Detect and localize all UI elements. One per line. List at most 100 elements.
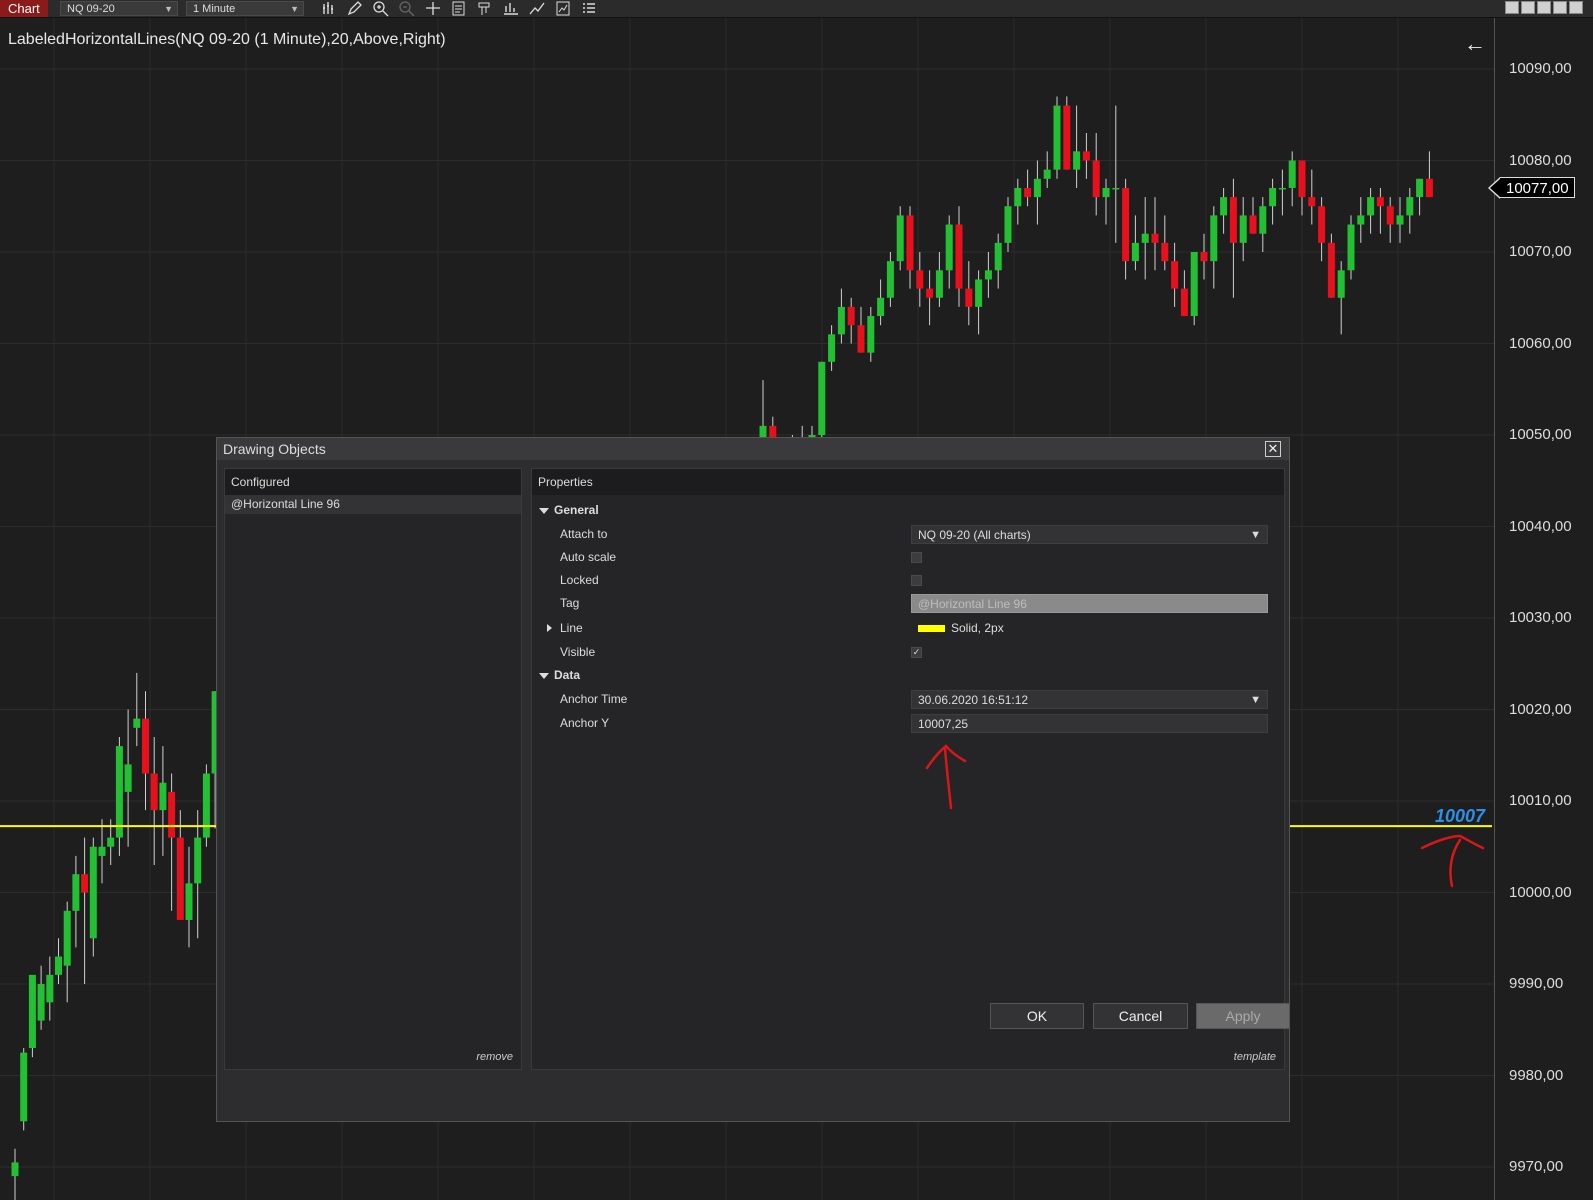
maximize-button[interactable] [1553,1,1567,14]
candle-body [818,361,826,435]
anchor-y-input[interactable]: 10007,25 [911,714,1268,733]
line-value[interactable]: Solid, 2px [911,619,1268,638]
price-tick-label: 10000,00 [1509,883,1572,901]
data-box-icon[interactable] [476,0,494,17]
expand-icon[interactable] [547,624,552,632]
last-price-marker-tip [1490,179,1500,197]
attach-to-row: Attach to NQ 09-20 (All charts) ▼ [532,523,1284,546]
zoom-in-icon[interactable] [372,0,390,17]
crosshair-icon[interactable] [424,0,442,17]
price-tick-label: 9990,00 [1509,975,1564,992]
instrument-selector[interactable]: NQ 09-20 ▼ [60,1,178,16]
auto-scale-label: Auto scale [560,550,617,564]
candle-body [896,215,904,262]
price-tick-label: 10020,00 [1509,700,1572,718]
candle-body [1376,197,1384,207]
chevron-down-icon: ▼ [290,4,299,14]
anchor-y-label: Anchor Y [560,716,610,730]
zoom-out-icon[interactable] [398,0,416,17]
apply-button[interactable]: Apply [1196,1003,1290,1029]
candle-body [1102,187,1110,198]
minimize-button[interactable] [1537,1,1551,14]
candle-body [1249,215,1257,234]
window-button[interactable] [1505,1,1519,14]
chevron-down-icon: ▼ [1250,694,1261,706]
candle-body [1347,224,1355,271]
general-group[interactable]: General [532,499,1284,522]
candle-body [1269,187,1277,207]
data-group-label: Data [554,668,581,682]
template-link[interactable]: template [1234,1051,1276,1063]
candle-body [847,306,855,326]
candle-body [1308,197,1316,207]
candle-body [1004,206,1012,243]
anchor-y-row: Anchor Y 10007,25 [532,712,1284,735]
cancel-button[interactable]: Cancel [1093,1003,1188,1029]
candle-body [28,974,36,1049]
window-button[interactable] [1521,1,1535,14]
chart-trader-icon[interactable] [554,0,572,17]
candle-body [1122,187,1130,262]
expand-icon[interactable] [539,508,549,514]
remove-link[interactable]: remove [476,1051,513,1063]
locked-label: Locked [560,573,599,587]
chart-toolbar: Chart NQ 09-20 ▼ 1 Minute ▼ [0,0,1593,18]
interval-label: 1 Minute [193,3,236,15]
candle-body [1033,178,1041,198]
chart-tab[interactable]: Chart [0,0,48,17]
candle-body [1396,215,1404,225]
candle-body [916,270,924,289]
candle-body [1416,178,1424,198]
auto-scale-checkbox[interactable] [911,552,922,563]
pencil-icon[interactable] [346,0,364,17]
dialog-titlebar[interactable]: Drawing Objects ✕ [217,438,1289,460]
list-icon[interactable] [580,0,598,17]
visible-row: Visible ✓ [532,641,1284,664]
ok-button[interactable]: OK [990,1003,1084,1029]
attach-to-label: Attach to [560,527,608,541]
attach-to-value: NQ 09-20 (All charts) [918,528,1031,542]
candle-body [1053,105,1061,170]
candle-body [1386,206,1394,225]
data-group[interactable]: Data [532,664,1284,687]
price-tick-label: 10060,00 [1509,334,1572,352]
interval-selector[interactable]: 1 Minute ▼ [186,1,304,16]
candle-body [926,288,934,298]
candle-body [1425,178,1433,198]
strategies-icon[interactable] [528,0,546,17]
candle-body [194,837,202,884]
back-arrow-icon[interactable]: ← [1464,33,1486,55]
candle-body [1141,233,1149,243]
configured-item[interactable]: @Horizontal Line 96 [225,495,521,514]
candle-body [72,874,80,911]
candle-body [1171,261,1179,289]
candle-body [1337,270,1345,298]
attach-to-dropdown[interactable]: NQ 09-20 (All charts) ▼ [911,525,1268,544]
locked-checkbox[interactable] [911,575,922,586]
visible-label: Visible [560,645,596,659]
candle-body [133,718,141,728]
anchor-time-picker[interactable]: 30.06.2020 16:51:12 ▼ [911,690,1268,709]
line-row[interactable]: Line Solid, 2px [532,617,1284,640]
candle-body [115,746,123,838]
chevron-down-icon: ▼ [1250,529,1261,541]
candle-body [1180,288,1188,317]
candle-body [1014,187,1022,207]
candle-body [955,224,963,289]
close-button[interactable] [1569,1,1583,14]
candle-body [81,874,89,893]
candle-body [828,334,836,362]
candle-body [159,782,167,811]
bar-type-icon[interactable] [320,0,338,17]
price-tick-label: 10040,00 [1509,517,1572,535]
candle-body [1082,151,1090,161]
price-tick-label: 10090,00 [1509,60,1572,77]
candle-body [1278,187,1286,190]
price-tick-label: 10030,00 [1509,609,1572,626]
candle-body [202,773,210,838]
expand-icon[interactable] [539,673,549,679]
close-icon[interactable]: ✕ [1265,441,1281,457]
visible-checkbox[interactable]: ✓ [911,647,922,658]
indicators-icon[interactable] [502,0,520,17]
properties-icon[interactable] [450,0,468,17]
